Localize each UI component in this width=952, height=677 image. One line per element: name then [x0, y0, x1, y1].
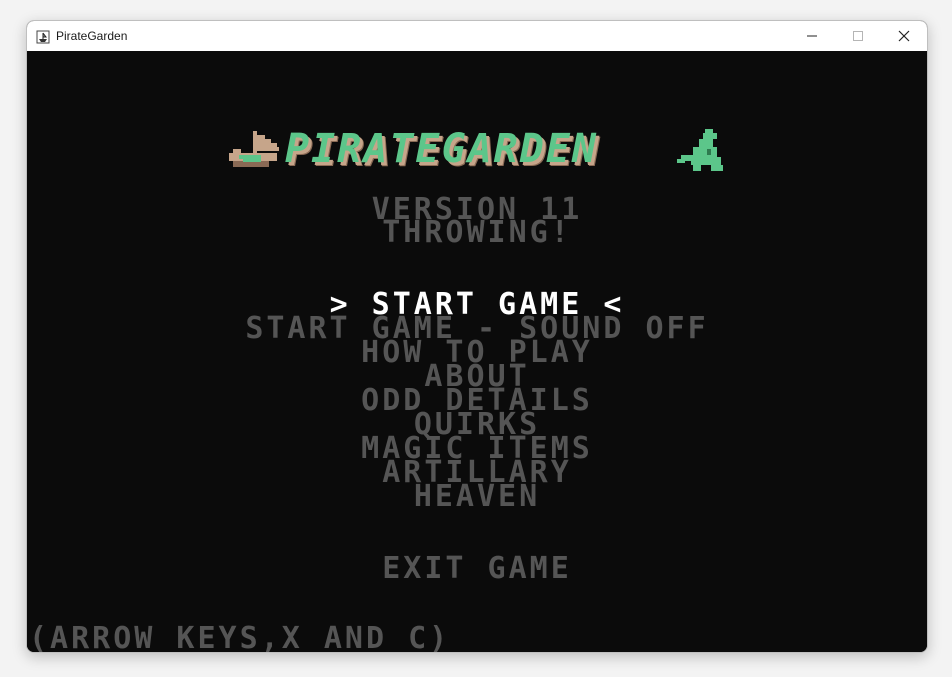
pirate-ship-icon [36, 29, 50, 44]
maximize-button[interactable] [835, 21, 881, 51]
game-logo: PIRATEGARDEN [229, 125, 729, 173]
minimize-icon [807, 35, 817, 37]
close-button[interactable] [881, 21, 927, 51]
game-window: PirateGarden PIRATEGARDEN VERSION 11 THR… [26, 20, 928, 653]
menu-item-heaven[interactable]: HEAVEN [27, 482, 927, 512]
controls-hint: (ARROW KEYS,X AND C) [29, 621, 451, 653]
pirate-ship-icon [229, 131, 279, 167]
window-title: PirateGarden [56, 29, 128, 43]
dinosaur-icon [677, 129, 723, 171]
close-icon [898, 30, 910, 42]
maximize-icon [853, 31, 863, 41]
menu-item-exit-game[interactable]: EXIT GAME [27, 554, 927, 584]
logo-title: PIRATEGARDEN [285, 126, 598, 172]
minimize-button[interactable] [789, 21, 835, 51]
version-subtitle: THROWING! [382, 215, 572, 250]
title-bar[interactable]: PirateGarden [27, 21, 927, 51]
game-screen[interactable]: PIRATEGARDEN VERSION 11 THROWING! > STAR… [27, 51, 927, 652]
